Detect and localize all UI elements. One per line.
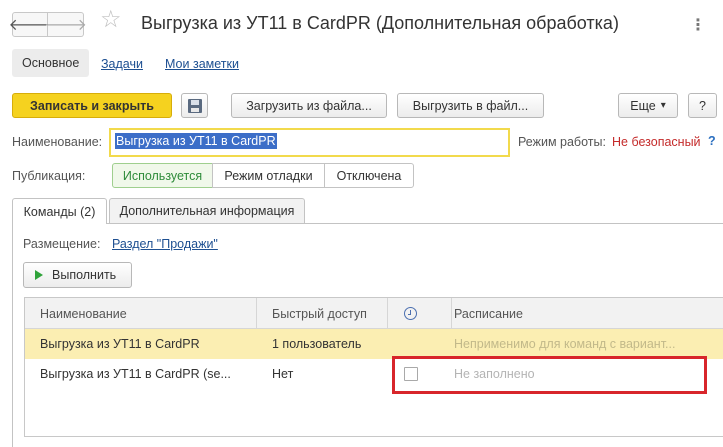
tab-my-notes[interactable]: Мои заметки <box>165 57 239 71</box>
clock-icon <box>404 307 417 320</box>
mode-help-icon[interactable]: ? <box>708 134 716 148</box>
star-icon[interactable]: ☆ <box>100 8 122 32</box>
tab-tasks[interactable]: Задачи <box>101 57 143 71</box>
load-from-file-button[interactable]: Загрузить из файла... <box>231 93 387 118</box>
save-and-close-button[interactable]: Записать и закрыть <box>12 93 172 118</box>
placement-label: Размещение: <box>23 237 101 251</box>
help-button[interactable]: ? <box>688 93 717 118</box>
row-quick-access: Нет <box>272 367 294 381</box>
column-header-quick-access[interactable]: Быстрый доступ <box>257 298 388 329</box>
mode-label: Режим работы: <box>518 135 606 149</box>
publication-label: Публикация: <box>12 169 86 183</box>
execute-button[interactable]: Выполнить <box>23 262 132 288</box>
row-name: Выгрузка из УТ11 в CardPR <box>40 337 200 351</box>
save-button[interactable] <box>181 93 208 118</box>
table-row[interactable]: Выгрузка из УТ11 в CardPR 1 пользователь… <box>25 329 723 359</box>
name-value: Выгрузка из УТ11 в CardPR <box>115 133 277 149</box>
execute-label: Выполнить <box>52 268 117 282</box>
more-button[interactable]: Еще ▾ <box>618 93 678 118</box>
tab-commands[interactable]: Команды (2) <box>12 198 107 224</box>
column-header-scheduled[interactable] <box>388 298 452 329</box>
mode-value: Не безопасный <box>612 135 701 149</box>
row-quick-access: 1 пользователь <box>272 337 362 351</box>
arrow-right-icon: 🡒 <box>44 17 87 34</box>
floppy-icon <box>187 98 202 113</box>
annotation-highlight-box <box>392 356 707 394</box>
more-label: Еще <box>630 98 656 113</box>
unload-to-file-button[interactable]: Выгрузить в файл... <box>397 93 544 118</box>
publication-option-disabled[interactable]: Отключена <box>324 163 414 188</box>
row-name: Выгрузка из УТ11 в CardPR (se... <box>40 367 231 381</box>
table-header: Наименование Быстрый доступ Расписание <box>25 298 723 329</box>
tab-main[interactable]: Основное <box>12 49 90 77</box>
tab-additional-info[interactable]: Дополнительная информация <box>109 198 305 223</box>
back-button[interactable]: 🡐 <box>9 12 51 37</box>
forward-button[interactable]: 🡒 <box>44 12 87 37</box>
column-header-schedule[interactable]: Расписание <box>452 298 723 329</box>
column-header-name[interactable]: Наименование <box>25 298 257 329</box>
name-label: Наименование: <box>12 135 103 149</box>
publication-option-used[interactable]: Используется <box>112 163 213 188</box>
chevron-down-icon: ▾ <box>660 100 666 111</box>
placement-link[interactable]: Раздел "Продажи" <box>112 237 218 251</box>
window-title: Выгрузка из УТ11 в CardPR (Дополнительна… <box>141 13 619 33</box>
publication-option-debug[interactable]: Режим отладки <box>212 163 325 188</box>
play-icon <box>35 270 43 280</box>
row-schedule: Неприменимо для команд с вариант... <box>454 337 676 351</box>
name-input[interactable]: Выгрузка из УТ11 в CardPR <box>109 128 510 157</box>
vertical-dots-icon[interactable]: ⋮ <box>690 15 706 35</box>
